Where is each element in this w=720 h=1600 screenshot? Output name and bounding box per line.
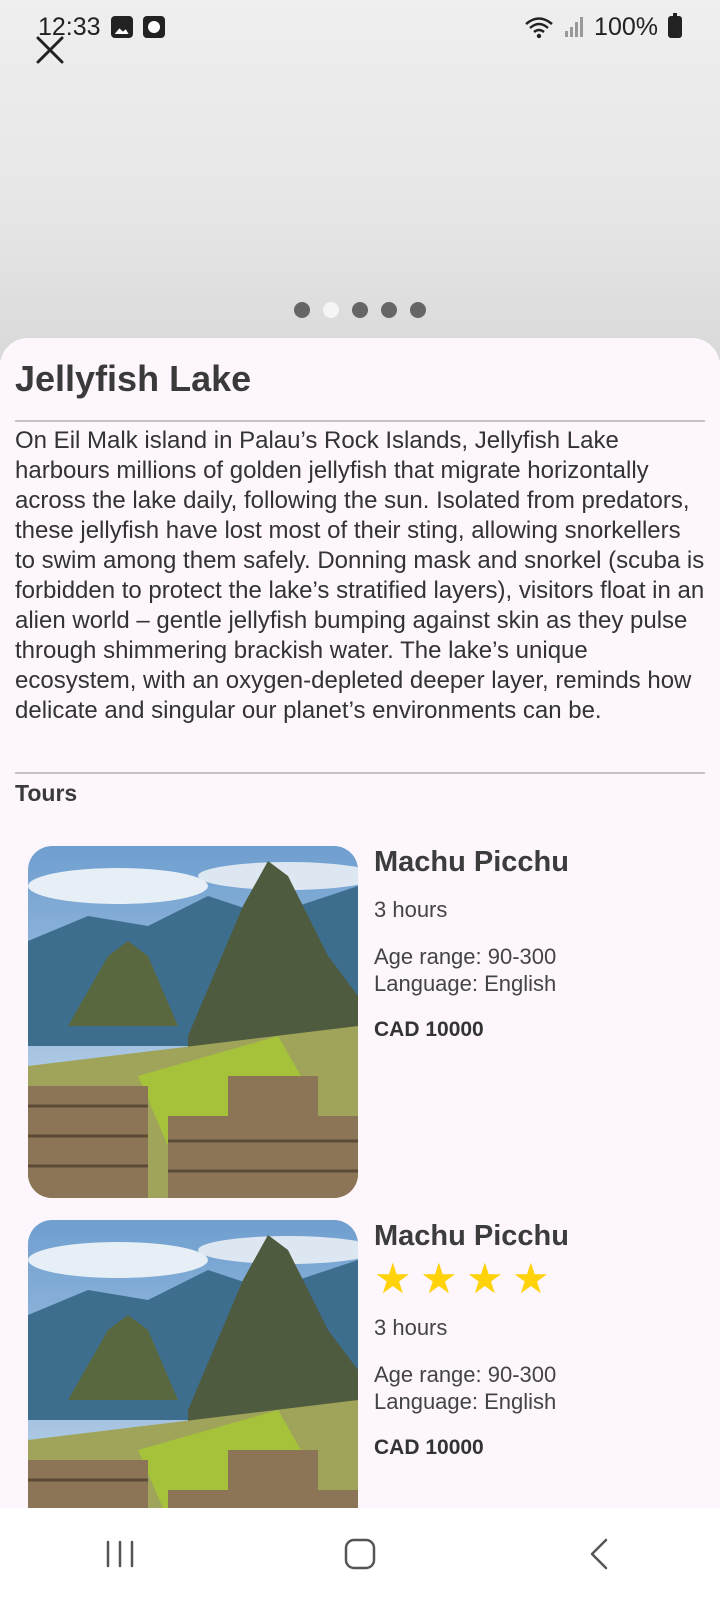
status-bar: 12:33 100% (0, 0, 720, 54)
signal-icon (565, 17, 584, 37)
back-button[interactable] (560, 1524, 640, 1584)
battery-charging-icon (668, 13, 682, 38)
tours-heading: Tours (15, 780, 78, 806)
attraction-description: On Eil Malk island in Palau’s Rock Islan… (15, 427, 705, 724)
tour-language: Language: English (374, 971, 557, 996)
image-gallery[interactable]: 12:33 100% (0, 0, 720, 360)
tour-card[interactable]: Machu Picchu ★ ★ ★ ★ 3 hours Age range: … (28, 1220, 708, 1508)
page-dot[interactable] (381, 302, 397, 318)
page-dot[interactable] (410, 302, 426, 318)
page-dot[interactable] (352, 302, 368, 318)
tour-age-range: Age range: 90-300 (374, 1362, 557, 1387)
recent-apps-icon (106, 1540, 134, 1568)
tour-image[interactable] (28, 1220, 358, 1508)
attraction-title: Jellyfish Lake (15, 358, 252, 399)
home-icon (344, 1538, 376, 1570)
divider (15, 772, 705, 774)
page-dot-active[interactable] (323, 302, 339, 318)
tour-image[interactable] (28, 846, 358, 1198)
star-icon: ★ (420, 1255, 458, 1302)
back-icon (590, 1538, 608, 1570)
close-button[interactable] (32, 32, 68, 68)
page-indicator[interactable] (0, 302, 720, 318)
tour-age-range: Age range: 90-300 (374, 944, 557, 969)
image-icon (110, 16, 133, 38)
battery-percent: 100% (594, 12, 658, 41)
tour-card[interactable]: Machu Picchu 3 hours Age range: 90-300 L… (28, 846, 708, 1198)
tour-price: CAD 10000 (374, 1018, 484, 1041)
star-icon: ★ (512, 1255, 550, 1302)
close-icon (36, 36, 64, 64)
star-icon: ★ (466, 1255, 504, 1302)
divider (15, 420, 705, 422)
details-sheet[interactable]: Jellyfish Lake On Eil Malk island in Pal… (0, 338, 720, 1508)
home-button[interactable] (320, 1524, 400, 1584)
tour-rating: ★ ★ ★ ★ (374, 1255, 550, 1302)
navigation-bar (0, 1508, 720, 1600)
recent-apps-button[interactable] (80, 1524, 160, 1584)
clock-app-icon (142, 16, 165, 38)
tour-duration: 3 hours (374, 1315, 448, 1340)
tour-price: CAD 10000 (374, 1436, 484, 1459)
tour-name[interactable]: Machu Picchu (374, 846, 569, 879)
star-icon: ★ (374, 1255, 412, 1302)
tour-name[interactable]: Machu Picchu (374, 1220, 569, 1253)
page-dot[interactable] (294, 302, 310, 318)
tour-language: Language: English (374, 1389, 557, 1414)
status-right: 100% (524, 13, 682, 42)
tour-duration: 3 hours (374, 897, 448, 922)
wifi-icon (525, 17, 553, 39)
